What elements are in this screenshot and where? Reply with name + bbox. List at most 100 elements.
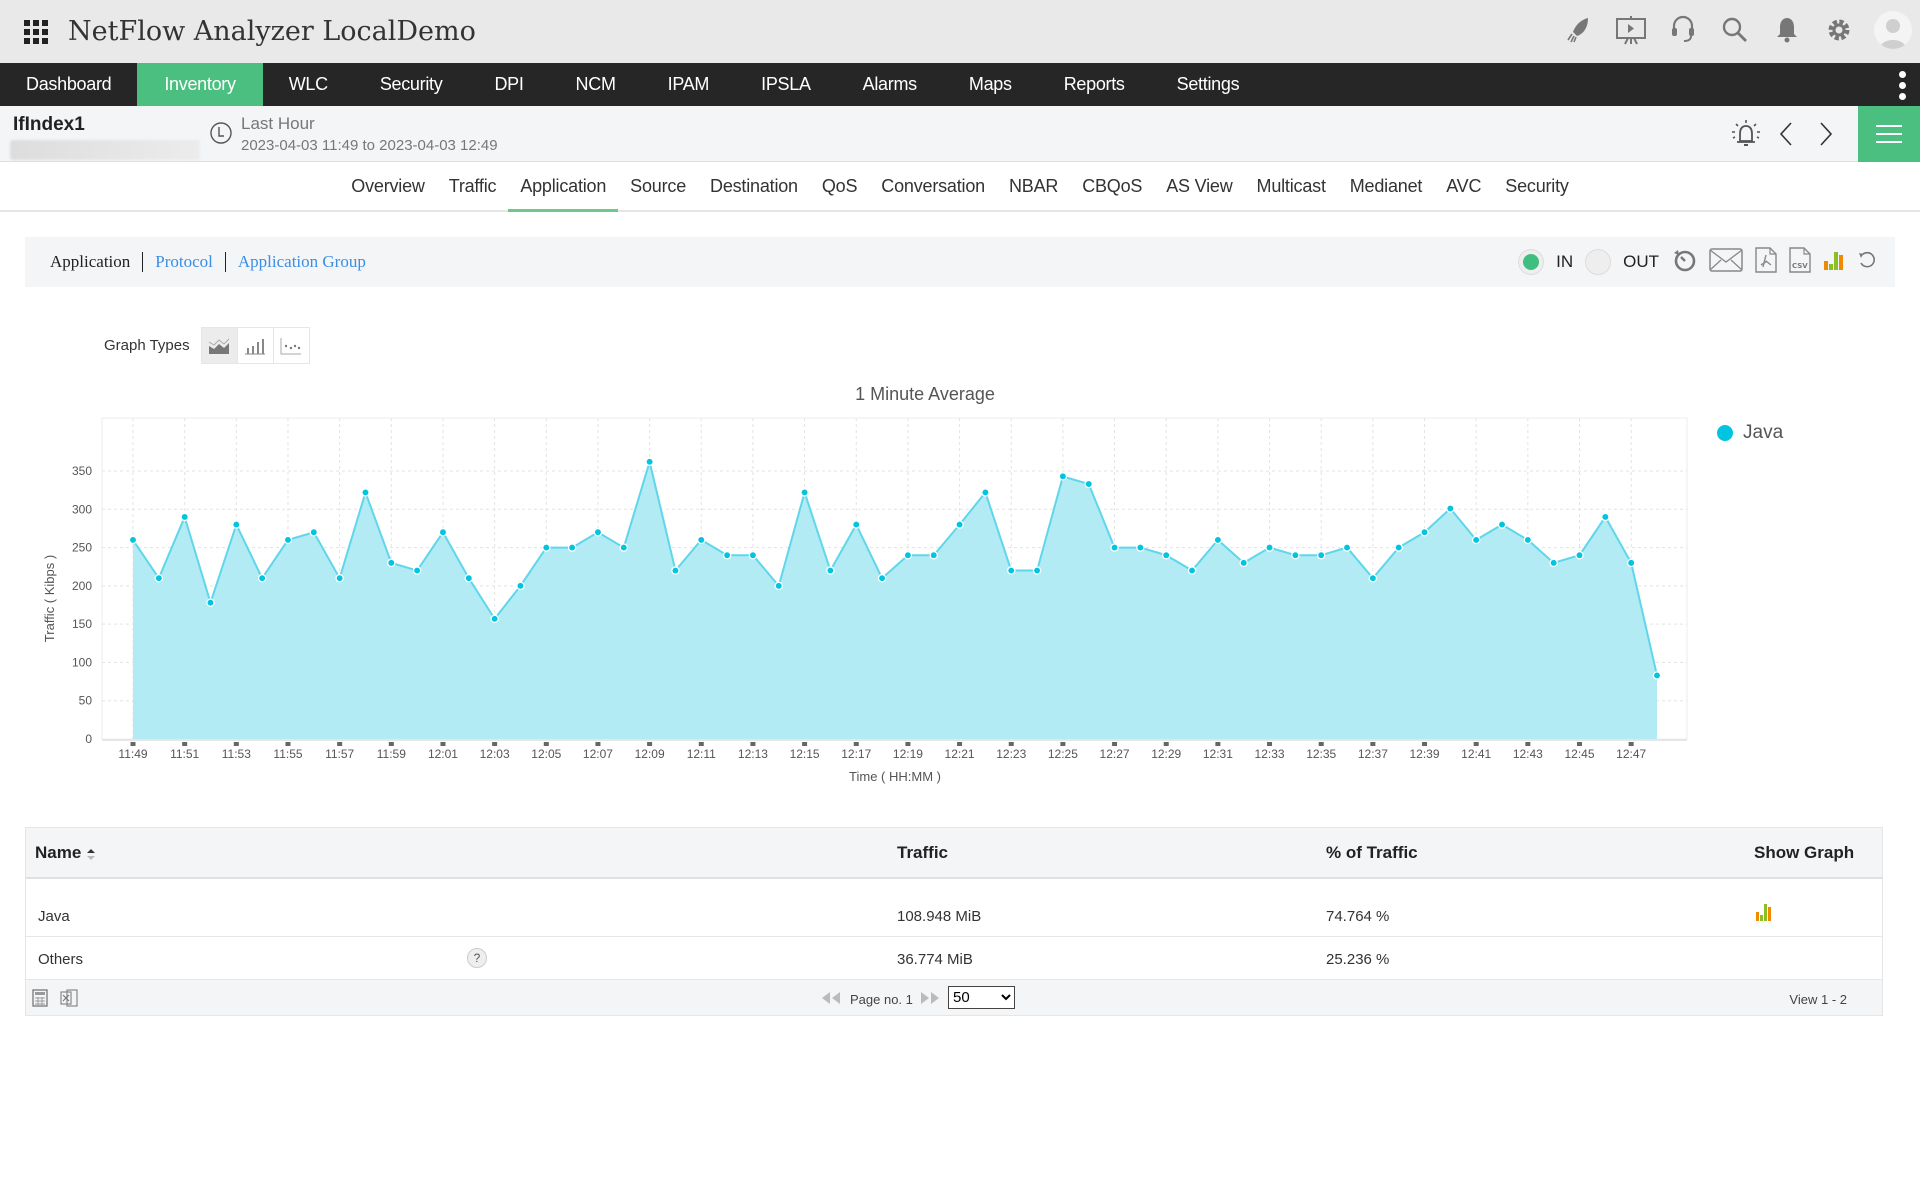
tab-multicast[interactable]: Multicast [1245, 162, 1338, 210]
side-menu-button[interactable] [1858, 106, 1920, 162]
subnav-protocol[interactable]: Protocol [155, 252, 213, 272]
x-tick-label: 12:39 [1410, 747, 1440, 761]
tab-security[interactable]: Security [1493, 162, 1580, 210]
data-point [180, 512, 189, 522]
x-tick-label: 12:41 [1461, 747, 1491, 761]
nav-dashboard[interactable]: Dashboard [0, 63, 137, 106]
alarm-bell-icon[interactable] [1726, 118, 1766, 150]
data-point [1006, 566, 1016, 575]
column-header-traffic[interactable]: Traffic [897, 843, 948, 863]
subnav-application-group[interactable]: Application Group [238, 252, 366, 272]
nav-ipam[interactable]: IPAM [642, 63, 735, 106]
tab-overview[interactable]: Overview [339, 162, 436, 210]
data-point [955, 520, 964, 529]
email-icon[interactable] [1709, 247, 1743, 277]
chart-legend[interactable]: Java [1717, 422, 1783, 444]
user-avatar-icon[interactable] [1874, 11, 1912, 49]
x-tick-mark [130, 742, 136, 746]
bar-chart-icon[interactable] [1823, 249, 1845, 276]
first-page-icon[interactable] [821, 991, 841, 1005]
more-vertical-icon[interactable] [1899, 71, 1906, 100]
nav-security[interactable]: Security [354, 63, 469, 106]
x-tick-label: 12:07 [583, 747, 613, 761]
tab-destination[interactable]: Destination [698, 162, 810, 210]
next-arrow-icon[interactable] [1806, 121, 1846, 147]
schedule-timer-icon[interactable] [1671, 247, 1697, 278]
in-radio[interactable] [1518, 249, 1545, 275]
tab-cbqos[interactable]: CBQoS [1070, 162, 1154, 210]
x-tick-label: 12:47 [1616, 747, 1646, 761]
tab-nbar[interactable]: NBAR [997, 162, 1070, 210]
previous-arrow-icon[interactable] [1766, 121, 1806, 147]
nav-alarms[interactable]: Alarms [837, 63, 943, 106]
help-icon[interactable]: ? [467, 948, 487, 968]
legend-label-java: Java [1743, 422, 1784, 443]
tab-avc[interactable]: AVC [1434, 162, 1493, 210]
scatter-graph-button[interactable] [272, 327, 310, 364]
bar-graph-button[interactable] [236, 327, 274, 364]
x-tick-label: 12:27 [1100, 747, 1130, 761]
nav-inventory[interactable]: Inventory [137, 63, 263, 106]
x-tick-mark [182, 742, 188, 746]
presentation-icon[interactable] [1614, 10, 1648, 50]
data-point [1368, 573, 1378, 583]
x-axis-title: Time ( HH:MM ) [849, 769, 941, 784]
nav-wlc[interactable]: WLC [263, 63, 354, 106]
sort-icon[interactable] [86, 847, 96, 861]
tab-conversation[interactable]: Conversation [869, 162, 997, 210]
data-point [1497, 520, 1507, 529]
data-point [1652, 671, 1662, 680]
pdf-export-icon[interactable] [1755, 246, 1777, 278]
nav-maps[interactable]: Maps [943, 63, 1038, 106]
tab-qos[interactable]: QoS [810, 162, 869, 210]
gear-icon[interactable] [1822, 10, 1856, 50]
cell-percent: 74.764 % [1326, 908, 1390, 925]
data-point [1342, 543, 1352, 552]
cell-traffic: 108.948 MiB [897, 908, 982, 925]
x-tick-mark [543, 742, 549, 746]
tab-as-view[interactable]: AS View [1154, 162, 1244, 210]
data-point [232, 520, 241, 529]
data-point [335, 573, 344, 583]
nav-ipsla[interactable]: IPSLA [735, 63, 837, 106]
out-radio[interactable] [1585, 249, 1612, 275]
tab-source[interactable]: Source [618, 162, 698, 210]
data-point [1471, 535, 1481, 545]
excel-export-icon[interactable] [60, 989, 78, 1007]
tab-application[interactable]: Application [508, 162, 619, 212]
page-size-select[interactable]: 50 [948, 986, 1015, 1009]
data-point [1316, 550, 1326, 560]
calculator-icon[interactable] [32, 989, 48, 1007]
column-header-name[interactable]: Name [35, 843, 96, 863]
data-point [1265, 543, 1274, 552]
device-header: IfIndex1 Last Hour 2023-04-03 11:49 to 2… [0, 106, 1920, 162]
support-headset-icon[interactable] [1666, 10, 1700, 50]
nav-settings[interactable]: Settings [1151, 63, 1266, 106]
apps-grid-icon[interactable] [24, 19, 48, 44]
nav-dpi[interactable]: DPI [468, 63, 549, 106]
refresh-icon[interactable] [1857, 250, 1877, 275]
data-point [309, 528, 319, 537]
search-icon[interactable] [1718, 10, 1752, 50]
cell-name[interactable]: Java [38, 908, 70, 925]
area-graph-button[interactable] [200, 327, 238, 364]
data-point [593, 528, 603, 537]
show-graph-button[interactable] [1755, 903, 1773, 925]
nav-reports[interactable]: Reports [1038, 63, 1151, 106]
y-axis-title: Traffic ( Kibps ) [42, 555, 57, 642]
tab-medianet[interactable]: Medianet [1338, 162, 1434, 210]
table-row: Others ? 36.774 MiB 25.236 % [25, 937, 1883, 980]
tab-traffic[interactable]: Traffic [437, 162, 509, 210]
table-header: Name Traffic % of Traffic Show Graph [25, 827, 1883, 879]
data-point [1420, 528, 1429, 537]
chart-title: 1 Minute Average [855, 384, 995, 404]
subnav-application[interactable]: Application [50, 252, 130, 272]
nav-ncm[interactable]: NCM [550, 63, 642, 106]
cell-name[interactable]: Others [38, 951, 83, 968]
column-header-percent[interactable]: % of Traffic [1326, 843, 1418, 863]
last-page-icon[interactable] [920, 991, 940, 1005]
csv-export-icon[interactable]: CSV [1789, 246, 1811, 278]
time-period-selector[interactable]: Last Hour 2023-04-03 11:49 to 2023-04-03… [241, 114, 498, 154]
bell-icon[interactable] [1770, 10, 1804, 50]
rocket-icon[interactable] [1562, 10, 1596, 50]
